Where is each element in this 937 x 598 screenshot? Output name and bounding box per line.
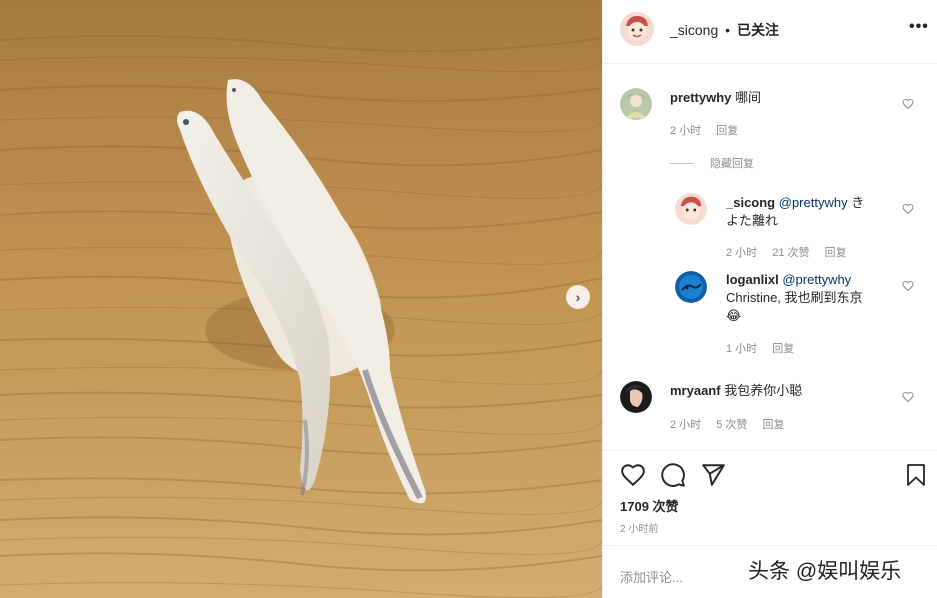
next-image-button[interactable]: › (566, 285, 590, 309)
follow-status-button[interactable]: 已关注 (737, 22, 779, 38)
author-avatar[interactable] (620, 12, 654, 46)
comment-icon[interactable] (660, 462, 686, 488)
hide-replies-toggle[interactable]: 隐藏回复 (670, 155, 754, 171)
reply-button[interactable]: 回复 (716, 125, 738, 137)
reply-username[interactable]: loganlixl (726, 272, 779, 287)
sushi-photo (0, 35, 602, 598)
post-photo: › (0, 0, 602, 598)
like-comment-icon[interactable] (902, 203, 914, 215)
comment-time: 2 小时 (670, 125, 702, 137)
add-comment-input[interactable]: 添加评论... (620, 567, 683, 586)
author-username[interactable]: _sicong (670, 22, 718, 38)
reply-time: 1 小时 (726, 343, 758, 355)
laughing-emoji: 😂 (726, 308, 742, 323)
share-icon[interactable] (700, 462, 726, 488)
bookmark-icon[interactable] (904, 462, 928, 488)
like-comment-icon[interactable] (902, 391, 914, 403)
comments-list: prettywhy 哪间 2 小时 回复 隐藏回复 _sicong @prett… (603, 65, 937, 450)
reply-mention[interactable]: @prettywhy (782, 272, 851, 287)
comment-time: 2 小时 (670, 419, 702, 431)
reply-text: き (851, 195, 865, 210)
header-separator: • (725, 22, 731, 38)
commenter-avatar[interactable] (620, 88, 652, 120)
more-icon[interactable]: ••• (909, 18, 929, 36)
hide-replies-label: 隐藏回复 (710, 158, 754, 170)
reply-text-line2: よた離れ (726, 213, 779, 228)
heart-icon[interactable] (620, 462, 646, 488)
comment-username[interactable]: mryaanf (670, 383, 721, 398)
post-header: _sicong • 已关注 ••• (603, 0, 937, 64)
reply-avatar[interactable] (675, 271, 707, 303)
post-time: 2 小时前 (620, 524, 659, 535)
comment-text: 哪间 (735, 90, 762, 105)
reply-button[interactable]: 回复 (772, 343, 794, 355)
reply-button[interactable]: 回复 (763, 419, 785, 431)
reply-mention[interactable]: @prettywhy (779, 195, 848, 210)
reply-likes[interactable]: 21 次赞 (772, 247, 809, 259)
like-comment-icon[interactable] (902, 98, 914, 110)
like-comment-icon[interactable] (902, 280, 914, 292)
comment-likes[interactable]: 5 次赞 (716, 419, 747, 431)
commenter-avatar[interactable] (620, 381, 652, 413)
watermark: 头条 @娱叫娱乐 (748, 560, 902, 583)
comment-username[interactable]: prettywhy (670, 90, 731, 105)
reply-avatar[interactable] (675, 193, 707, 225)
like-count[interactable]: 1709 次赞 (620, 496, 679, 515)
post-side-panel: _sicong • 已关注 ••• prettywhy 哪间 2 小时 回复 隐… (602, 0, 937, 598)
reply-username[interactable]: _sicong (726, 195, 775, 210)
reply-text: Christine, 我也刷到东京 (726, 290, 863, 305)
reply-button[interactable]: 回复 (825, 247, 847, 259)
reply-time: 2 小时 (726, 247, 758, 259)
comment-text: 我包养你小聪 (724, 383, 803, 398)
